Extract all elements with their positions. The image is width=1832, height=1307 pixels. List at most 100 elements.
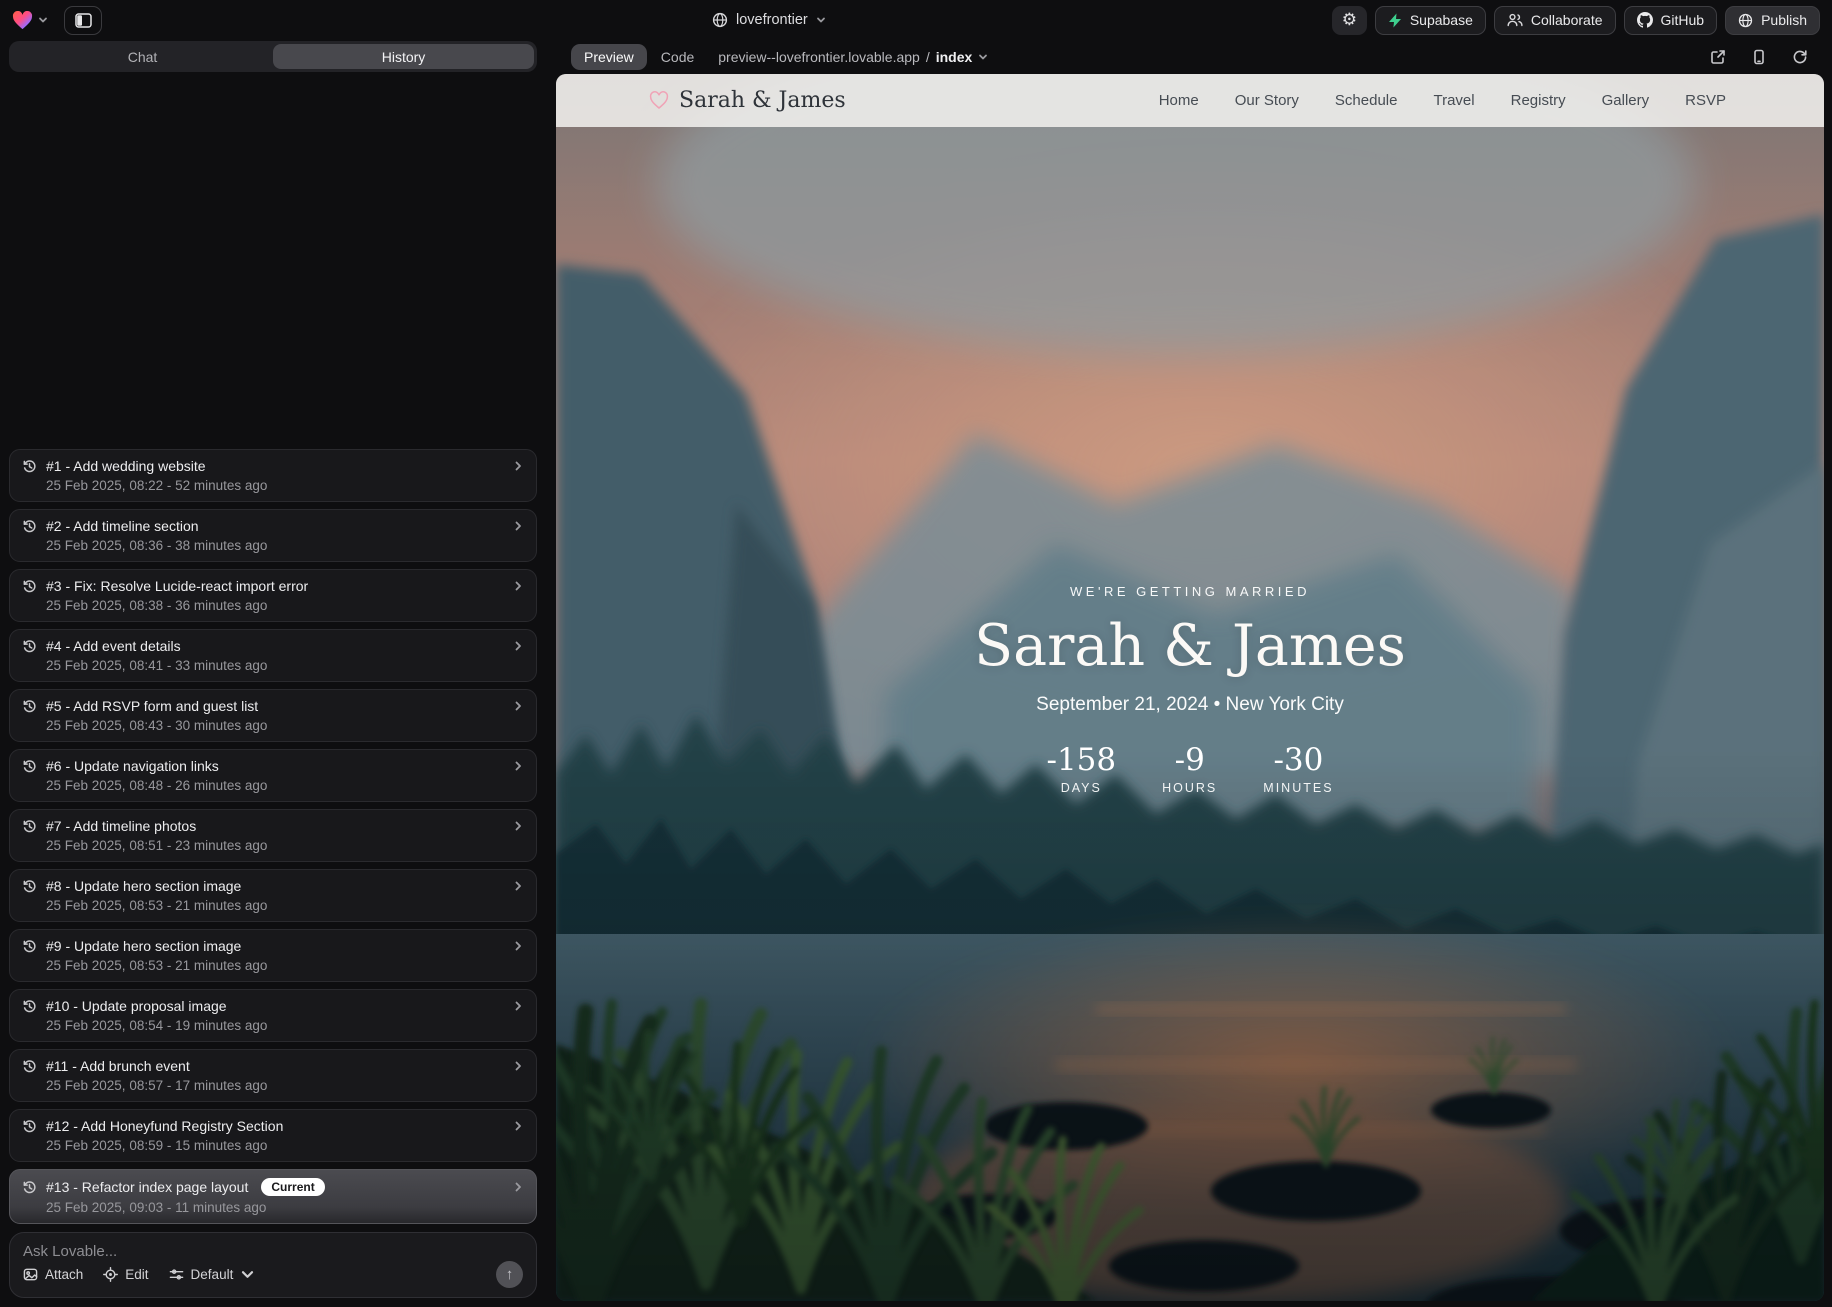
hero-eyebrow: WE'RE GETTING MARRIED bbox=[1070, 584, 1310, 599]
history-clock-icon bbox=[22, 1119, 37, 1134]
history-item-11[interactable]: #12 - Add Honeyfund Registry Section 25 … bbox=[9, 1109, 537, 1162]
lovable-logo-menu[interactable] bbox=[12, 11, 48, 30]
panel-left-icon bbox=[75, 13, 92, 28]
history-item-title-row: #6 - Update navigation links bbox=[22, 758, 524, 774]
preview-toolbar: Preview Code preview--lovefrontier.lovab… bbox=[556, 40, 1824, 74]
history-clock-icon bbox=[22, 459, 37, 474]
history-item-title: #9 - Update hero section image bbox=[46, 938, 241, 954]
history-item-timestamp: 25 Feb 2025, 08:59 - 15 minutes ago bbox=[46, 1138, 524, 1153]
history-item-title: #12 - Add Honeyfund Registry Section bbox=[46, 1118, 283, 1134]
tab-chat[interactable]: Chat bbox=[12, 44, 273, 69]
history-item-title-row: #9 - Update hero section image bbox=[22, 938, 524, 954]
countdown-cell-0: -158 DAYS bbox=[1046, 745, 1116, 795]
project-name: lovefrontier bbox=[736, 12, 808, 28]
supabase-button[interactable]: Supabase bbox=[1375, 6, 1486, 35]
history-item-timestamp: 25 Feb 2025, 08:36 - 38 minutes ago bbox=[46, 538, 524, 553]
gear-icon: ⚙ bbox=[1342, 10, 1357, 30]
history-item-title: #6 - Update navigation links bbox=[46, 758, 219, 774]
sidebar-toggle-button[interactable] bbox=[64, 6, 102, 35]
chevron-down-icon bbox=[240, 1267, 255, 1282]
history-item-8[interactable]: #9 - Update hero section image 25 Feb 20… bbox=[9, 929, 537, 982]
countdown-label: HOURS bbox=[1162, 781, 1217, 795]
attach-button[interactable]: Attach bbox=[23, 1267, 83, 1282]
tab-code[interactable]: Code bbox=[651, 44, 704, 70]
history-item-title-row: #3 - Fix: Resolve Lucide-react import er… bbox=[22, 578, 524, 594]
collaborate-button[interactable]: Collaborate bbox=[1494, 6, 1616, 35]
history-item-9[interactable]: #10 - Update proposal image 25 Feb 2025,… bbox=[9, 989, 537, 1042]
chevron-right-icon bbox=[512, 640, 524, 652]
history-item-timestamp: 25 Feb 2025, 08:22 - 52 minutes ago bbox=[46, 478, 524, 493]
history-item-timestamp: 25 Feb 2025, 08:57 - 17 minutes ago bbox=[46, 1078, 524, 1093]
countdown-label: MINUTES bbox=[1263, 781, 1333, 795]
history-item-timestamp: 25 Feb 2025, 08:51 - 23 minutes ago bbox=[46, 838, 524, 853]
project-switcher[interactable]: lovefrontier bbox=[712, 0, 826, 40]
chevron-right-icon bbox=[512, 820, 524, 832]
mobile-view-button[interactable] bbox=[1751, 49, 1767, 65]
open-external-button[interactable] bbox=[1710, 49, 1726, 65]
history-item-2[interactable]: #3 - Fix: Resolve Lucide-react import er… bbox=[9, 569, 537, 622]
people-icon bbox=[1507, 13, 1523, 27]
edit-button[interactable]: Edit bbox=[103, 1267, 148, 1282]
chevron-down-icon bbox=[816, 15, 826, 25]
chevron-right-icon bbox=[512, 520, 524, 532]
history-item-5[interactable]: #6 - Update navigation links 25 Feb 2025… bbox=[9, 749, 537, 802]
composer-toolbar: Attach Edit Default bbox=[23, 1261, 523, 1288]
history-item-title: #5 - Add RSVP form and guest list bbox=[46, 698, 258, 714]
history-item-12[interactable]: #13 - Refactor index page layout Current… bbox=[9, 1169, 537, 1224]
history-item-6[interactable]: #7 - Add timeline photos 25 Feb 2025, 08… bbox=[9, 809, 537, 862]
chevron-right-icon bbox=[512, 940, 524, 952]
preview-toolbar-icons bbox=[1710, 49, 1808, 65]
countdown-value: -9 bbox=[1175, 745, 1205, 776]
sliders-icon bbox=[169, 1267, 184, 1282]
preview-url-page: index bbox=[936, 49, 973, 65]
chevron-right-icon bbox=[512, 1120, 524, 1132]
preview-url-separator: / bbox=[926, 49, 930, 65]
settings-button[interactable]: ⚙ bbox=[1332, 6, 1367, 35]
history-clock-icon bbox=[22, 939, 37, 954]
refresh-button[interactable] bbox=[1792, 49, 1808, 65]
chat-history-tabbar: Chat History bbox=[9, 41, 537, 72]
history-clock-icon bbox=[22, 1059, 37, 1074]
refresh-icon bbox=[1792, 49, 1808, 65]
mode-select[interactable]: Default bbox=[169, 1267, 256, 1282]
preview-url[interactable]: preview--lovefrontier.lovable.app / inde… bbox=[718, 49, 988, 65]
chat-composer: Attach Edit Default bbox=[9, 1232, 537, 1298]
chevron-right-icon bbox=[512, 760, 524, 772]
lovable-heart-logo-icon bbox=[12, 11, 33, 30]
github-button[interactable]: GitHub bbox=[1624, 6, 1718, 35]
topbar-actions: ⚙ Supabase Collaborate GitHub bbox=[1332, 6, 1820, 35]
history-item-10[interactable]: #11 - Add brunch event 25 Feb 2025, 08:5… bbox=[9, 1049, 537, 1102]
publish-button[interactable]: Publish bbox=[1725, 6, 1820, 35]
history-item-timestamp: 25 Feb 2025, 08:41 - 33 minutes ago bbox=[46, 658, 524, 673]
history-item-1[interactable]: #2 - Add timeline section 25 Feb 2025, 0… bbox=[9, 509, 537, 562]
chevron-right-icon bbox=[512, 880, 524, 892]
history-item-title: #7 - Add timeline photos bbox=[46, 818, 196, 834]
tab-preview[interactable]: Preview bbox=[571, 44, 647, 70]
tab-history[interactable]: History bbox=[273, 44, 534, 69]
site-preview-frame[interactable]: Sarah & James Home Our Story Schedule Tr… bbox=[556, 74, 1824, 1301]
topbar: lovefrontier ⚙ Supabase Collaborate bbox=[0, 0, 1832, 40]
ask-lovable-input[interactable] bbox=[23, 1243, 523, 1261]
chevron-right-icon bbox=[512, 1060, 524, 1072]
history-item-title-row: #7 - Add timeline photos bbox=[22, 818, 524, 834]
hero-section: WE'RE GETTING MARRIED Sarah & James Sept… bbox=[556, 74, 1824, 1301]
chevron-right-icon bbox=[512, 580, 524, 592]
history-item-timestamp: 25 Feb 2025, 08:53 - 21 minutes ago bbox=[46, 958, 524, 973]
attach-image-icon bbox=[23, 1267, 38, 1282]
history-item-timestamp: 25 Feb 2025, 08:38 - 36 minutes ago bbox=[46, 598, 524, 613]
history-item-timestamp: 25 Feb 2025, 08:43 - 30 minutes ago bbox=[46, 718, 524, 733]
history-item-4[interactable]: #5 - Add RSVP form and guest list 25 Feb… bbox=[9, 689, 537, 742]
history-item-timestamp: 25 Feb 2025, 08:48 - 26 minutes ago bbox=[46, 778, 524, 793]
history-item-7[interactable]: #8 - Update hero section image 25 Feb 20… bbox=[9, 869, 537, 922]
supabase-icon bbox=[1388, 13, 1402, 28]
history-list: #1 - Add wedding website 25 Feb 2025, 08… bbox=[9, 78, 537, 1224]
history-item-title-row: #11 - Add brunch event bbox=[22, 1058, 524, 1074]
topbar-left bbox=[12, 6, 102, 35]
history-item-3[interactable]: #4 - Add event details 25 Feb 2025, 08:4… bbox=[9, 629, 537, 682]
countdown-label: DAYS bbox=[1061, 781, 1102, 795]
send-button[interactable]: ↑ bbox=[496, 1261, 523, 1288]
chevron-right-icon bbox=[512, 1000, 524, 1012]
hero-title: Sarah & James bbox=[974, 613, 1406, 679]
history-item-0[interactable]: #1 - Add wedding website 25 Feb 2025, 08… bbox=[9, 449, 537, 502]
current-badge: Current bbox=[261, 1178, 324, 1196]
